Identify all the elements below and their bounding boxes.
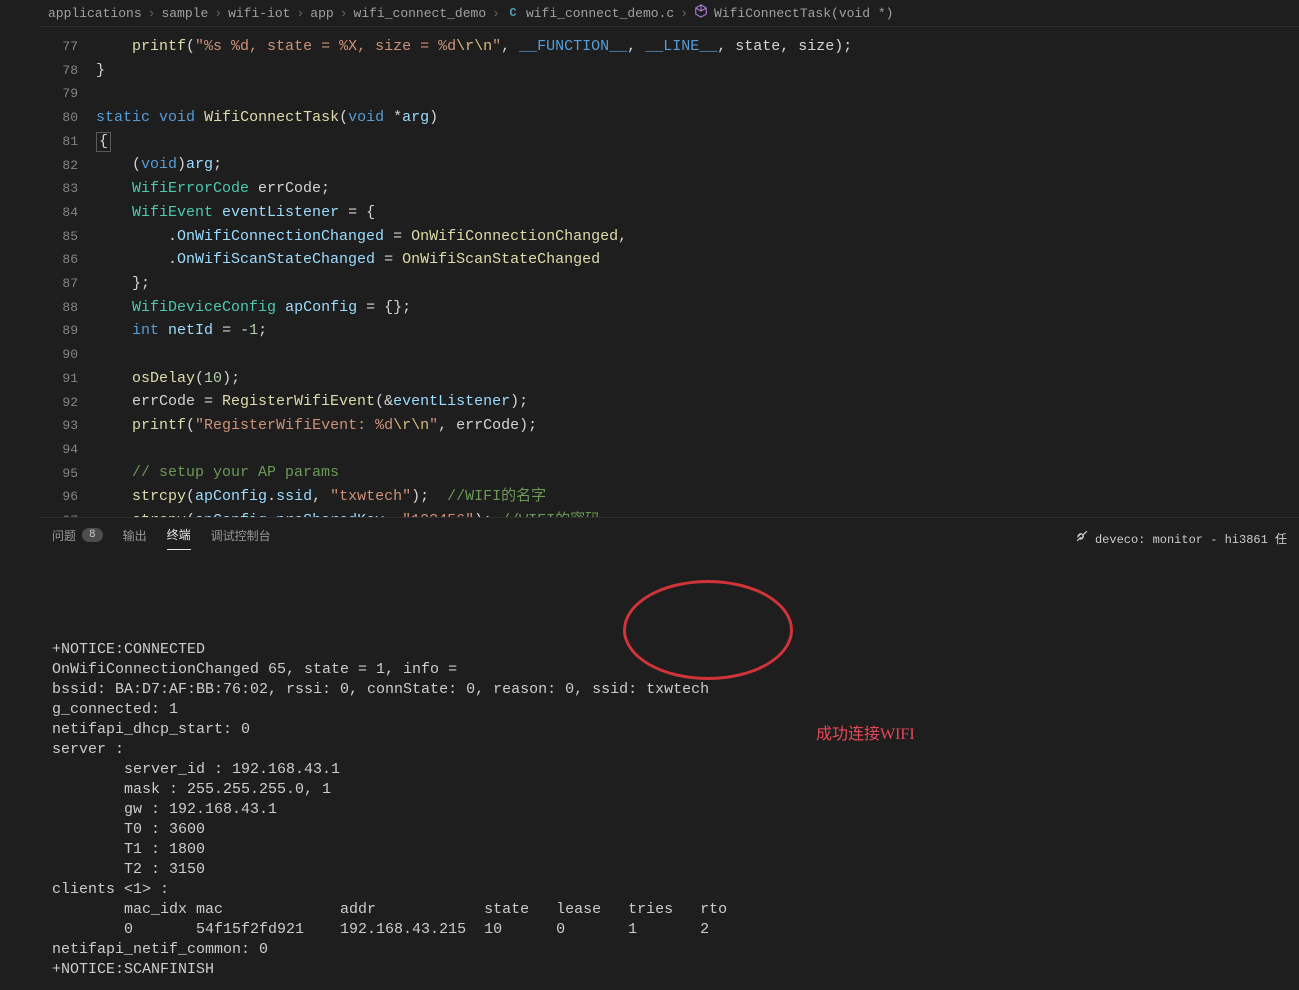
activity-bar-gutter [0,27,40,517]
tab-debug-console[interactable]: 调试控制台 [211,527,271,550]
annotation-text: 成功连接WIFI [816,725,915,745]
code-editor[interactable]: 7778798081828384858687888990919293949596… [40,27,1299,517]
breadcrumb-item[interactable]: applications [48,6,142,21]
tab-terminal[interactable]: 终端 [167,526,191,550]
breadcrumb-item[interactable]: sample [161,6,208,21]
terminal-output[interactable]: 成功连接WIFI +NOTICE:CONNECTEDOnWifiConnecti… [48,550,1291,990]
symbol-icon [694,4,708,22]
breadcrumb-file[interactable]: wifi_connect_demo.c [526,6,674,21]
breadcrumb-item[interactable]: wifi_connect_demo [354,6,487,21]
tab-output[interactable]: 输出 [123,527,147,550]
chevron-right-icon: › [296,6,304,21]
line-numbers: 7778798081828384858687888990919293949596… [40,27,96,517]
problems-badge: 8 [82,528,103,542]
c-file-icon: C [506,6,520,20]
bottom-panel: 问题 8 输出 终端 调试控制台 deveco: monitor - hi386… [40,517,1299,909]
breadcrumb: applications › sample › wifi-iot › app ›… [40,0,1299,27]
panel-right-label: deveco: monitor - hi3861 任 [1095,530,1287,547]
breadcrumb-item[interactable]: app [310,6,333,21]
chevron-right-icon: › [214,6,222,21]
breadcrumb-item[interactable]: wifi-iot [228,6,290,21]
chevron-right-icon: › [680,6,688,21]
tab-label: 输出 [123,527,147,544]
tab-label: 问题 [52,527,76,544]
code-content[interactable]: printf("%s %d, state = %X, size = %d\r\n… [96,27,1299,517]
chevron-right-icon: › [148,6,156,21]
chevron-right-icon: › [340,6,348,21]
tab-problems[interactable]: 问题 8 [52,527,103,550]
tab-label: 终端 [167,526,191,543]
chevron-right-icon: › [492,6,500,21]
tools-icon [1075,529,1089,547]
tab-label: 调试控制台 [211,527,271,544]
breadcrumb-symbol[interactable]: WifiConnectTask(void *) [714,6,893,21]
panel-right-tools[interactable]: deveco: monitor - hi3861 任 [1075,529,1287,547]
panel-tabs: 问题 8 输出 终端 调试控制台 deveco: monitor - hi386… [48,518,1291,550]
